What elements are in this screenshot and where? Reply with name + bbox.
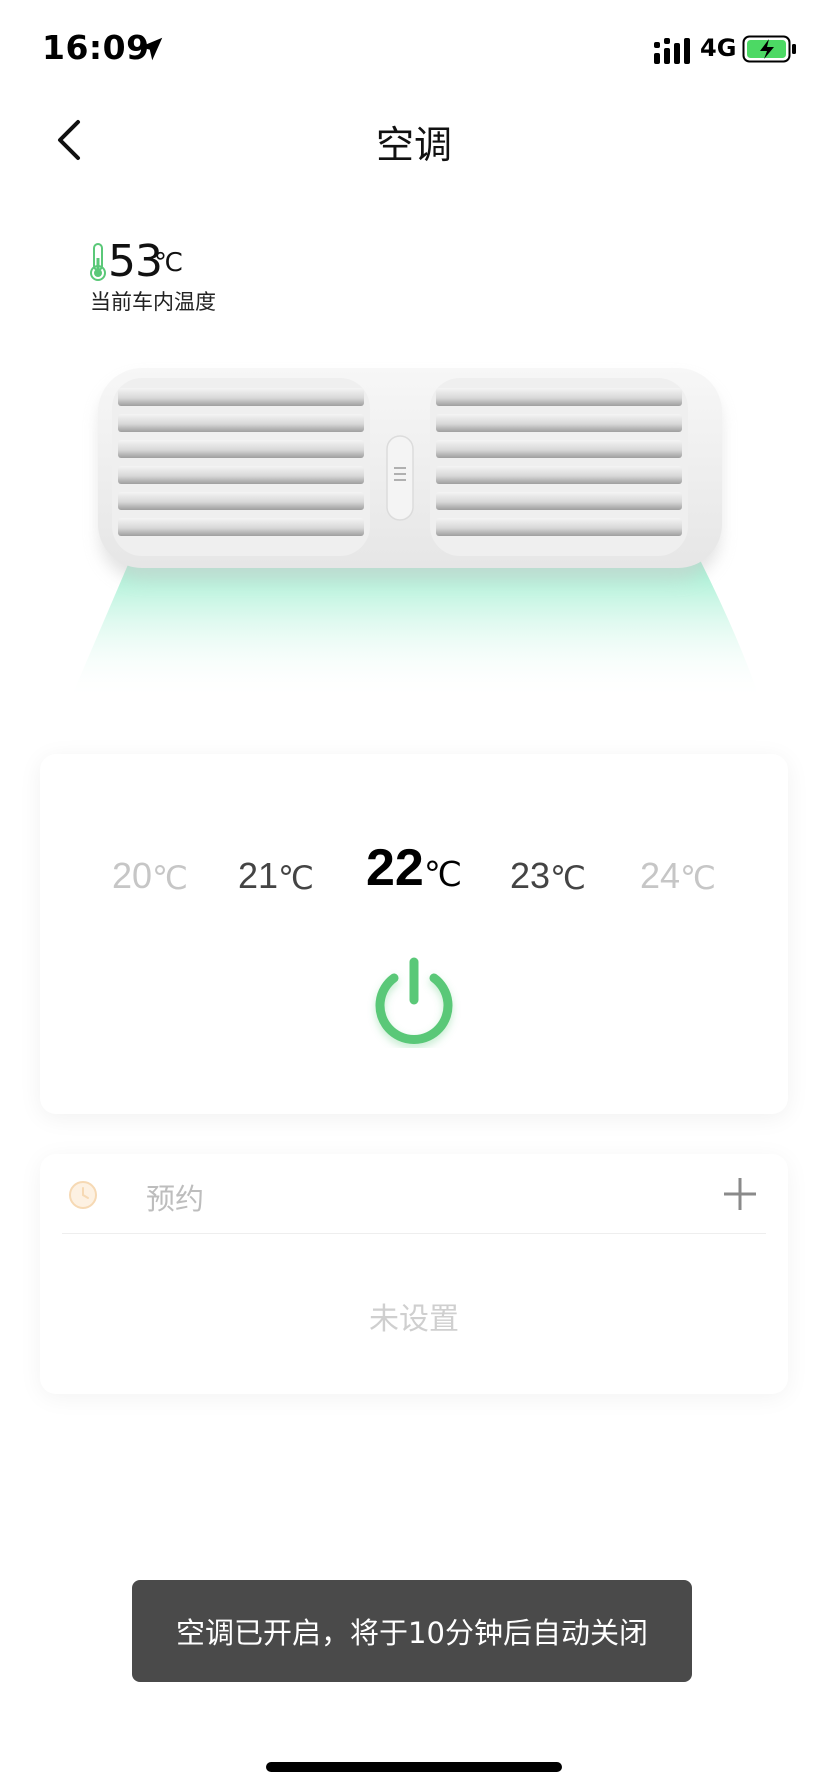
temp-option-value: 24 bbox=[640, 855, 681, 896]
clock-icon bbox=[69, 1181, 97, 1209]
location-arrow-icon bbox=[139, 37, 163, 61]
power-icon bbox=[375, 957, 453, 1048]
reservation-label: 预约 bbox=[146, 1182, 205, 1216]
interior-temp-unit: ℃ bbox=[154, 248, 184, 278]
reservation-header: 预约 bbox=[62, 1154, 766, 1234]
temp-option-22-selected[interactable]: 22 ℃ bbox=[340, 814, 488, 894]
ac-vent-illustration bbox=[70, 368, 760, 700]
temp-option-unit: ℃ bbox=[152, 860, 188, 896]
temperature-control-card: 20 ℃ 21 ℃ 22 ℃ 23 ℃ 24 ℃ bbox=[40, 754, 788, 1114]
temp-option-21[interactable]: 21 ℃ bbox=[214, 814, 338, 896]
add-reservation-button[interactable] bbox=[720, 1174, 760, 1214]
temp-option-unit: ℃ bbox=[680, 860, 716, 896]
signal-icon bbox=[654, 38, 690, 64]
toast-message: 空调已开启，将于10分钟后自动关闭 bbox=[132, 1580, 692, 1682]
thermometer-icon bbox=[90, 243, 106, 281]
temp-option-23[interactable]: 23 ℃ bbox=[486, 814, 610, 896]
network-type: 4G bbox=[700, 34, 737, 62]
toast-text: 空调已开启，将于10分钟后自动关闭 bbox=[176, 1616, 648, 1650]
temp-option-24[interactable]: 24 ℃ bbox=[616, 814, 740, 896]
temp-option-unit: ℃ bbox=[278, 860, 314, 896]
page-title: 空调 bbox=[375, 123, 452, 167]
battery-charging-icon bbox=[742, 35, 796, 63]
reservation-empty-text: 未设置 bbox=[369, 1302, 459, 1337]
status-bar: 16:09 4G bbox=[0, 0, 828, 100]
temp-option-value: 22 bbox=[365, 839, 424, 897]
temp-option-unit: ℃ bbox=[550, 860, 586, 896]
temp-option-value: 23 bbox=[510, 855, 551, 896]
interior-temp-label: 当前车内温度 bbox=[90, 290, 216, 314]
status-time: 16:09 bbox=[42, 28, 150, 67]
reservation-card: 预约 未设置 bbox=[40, 1154, 788, 1394]
power-button[interactable] bbox=[367, 954, 461, 1048]
temp-option-value: 20 bbox=[112, 855, 153, 896]
temp-option-unit: ℃ bbox=[423, 856, 463, 894]
interior-temperature: 53 ℃ 当前车内温度 bbox=[88, 236, 348, 316]
temp-option-20[interactable]: 20 ℃ bbox=[88, 814, 212, 896]
home-indicator[interactable] bbox=[266, 1762, 562, 1772]
temp-option-value: 21 bbox=[238, 855, 279, 896]
